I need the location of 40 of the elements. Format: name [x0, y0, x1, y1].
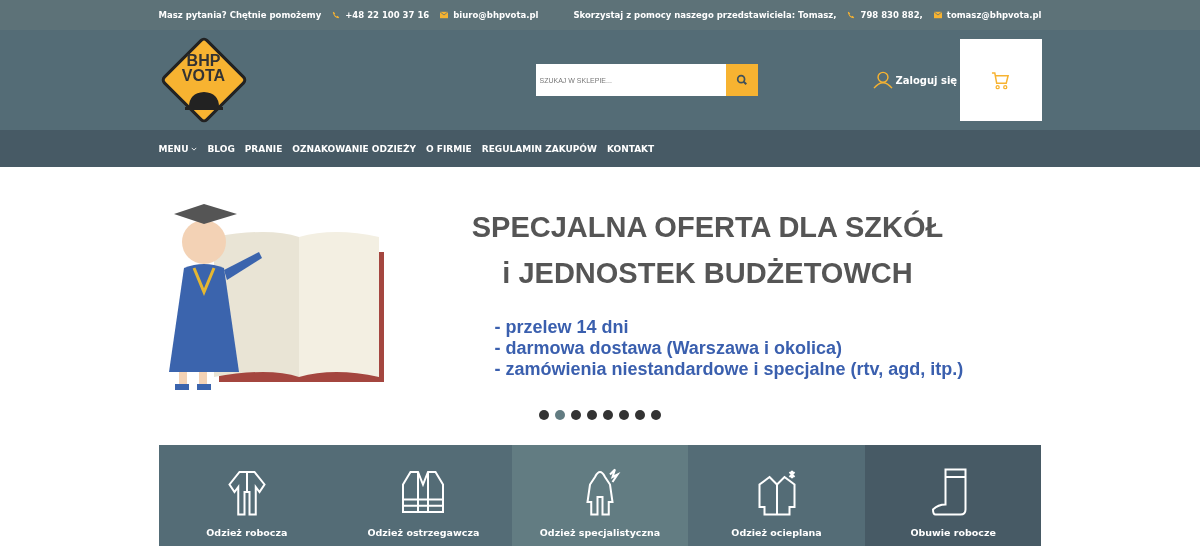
carousel-dot[interactable]: [603, 410, 613, 420]
category-tile[interactable]: Odzież specjalistyczna: [511, 445, 689, 546]
offer-bullet: - darmowa dostawa (Warszawa i okolica): [494, 338, 843, 359]
phone-icon: [847, 11, 856, 19]
offer-headline: i JEDNOSTEK BUDŻETOWCH: [501, 256, 914, 291]
cart-icon: [991, 70, 1010, 90]
help-text: Masz pytania? Chętnie pomożemy: [158, 10, 322, 20]
offer-bullet: - zamówienia niestandardowe i specjalne (rtv, agd, itp.): [494, 359, 965, 380]
carousel-dot[interactable]: [555, 410, 565, 420]
phone-number[interactable]: 798 830 882,: [860, 10, 923, 20]
envelope-icon: [440, 11, 449, 19]
representative-text: Skorzystaj z pomocy naszego przedstawiciela: Tomasz,: [573, 10, 837, 20]
login-link[interactable]: Zaloguj się: [872, 71, 958, 89]
search-button[interactable]: [725, 64, 758, 96]
carousel-dot[interactable]: [619, 410, 629, 420]
user-icon: [872, 71, 893, 89]
offer-bullet: - przelew 14 dni: [494, 317, 630, 338]
nav-link[interactable]: O FIRMIE: [426, 143, 472, 154]
carousel-dot[interactable]: [587, 410, 597, 420]
email-link[interactable]: biuro@bhpvota.pl: [453, 10, 539, 20]
nav-link[interactable]: OZNAKOWANIE ODZIEŻY: [292, 143, 417, 154]
category-tile[interactable]: Odzież ostrzegawcza: [335, 445, 512, 546]
category-tile[interactable]: Odzież ocieplana: [688, 445, 865, 546]
carousel-dot[interactable]: [651, 410, 661, 420]
category-tile[interactable]: Odzież robocza: [158, 445, 336, 546]
offer-headline: SPECJALNA OFERTA DLA SZKÓŁ: [470, 209, 945, 245]
nav-link[interactable]: MENU: [158, 143, 198, 154]
nav-link[interactable]: BLOG: [207, 143, 235, 154]
category-tile[interactable]: Obuwie robocze: [864, 445, 1042, 546]
phone-number[interactable]: +48 22 100 37 16: [345, 10, 430, 20]
carousel-dot[interactable]: [571, 410, 581, 420]
search-icon: [735, 74, 748, 86]
carousel-dot[interactable]: [539, 410, 549, 420]
envelope-icon: [933, 11, 942, 19]
phone-icon: [332, 11, 341, 19]
email-link[interactable]: tomasz@bhpvota.pl: [946, 10, 1042, 20]
carousel-dot[interactable]: [635, 410, 645, 420]
nav-link[interactable]: KONTAKT: [606, 143, 655, 154]
nav-link[interactable]: PRANIE: [244, 143, 283, 154]
nav-link[interactable]: REGULAMIN ZAKUPÓW: [481, 143, 597, 154]
